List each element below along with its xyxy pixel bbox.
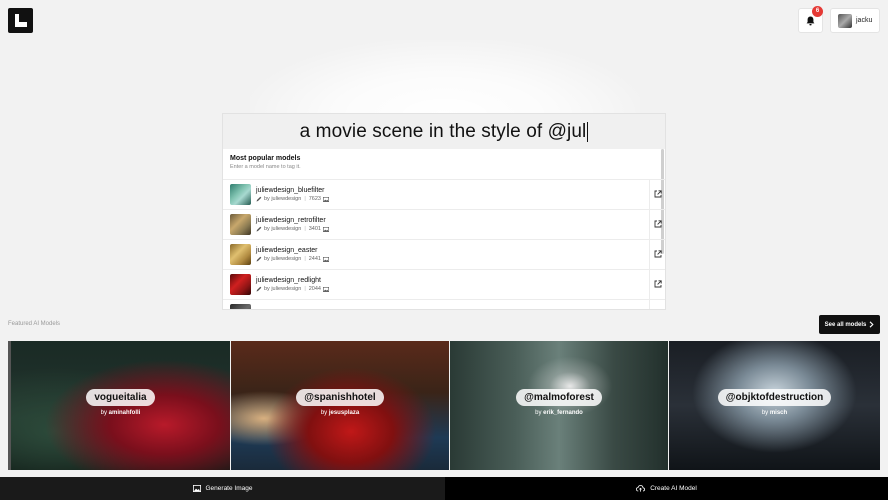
- external-link-icon[interactable]: [654, 280, 662, 288]
- featured-model-card[interactable]: @malmoforest by erik_fernando: [450, 341, 668, 470]
- model-tag: vogueitalia: [86, 389, 155, 406]
- row-divider: [649, 240, 650, 270]
- model-thumbnail: [230, 244, 251, 265]
- model-name: juliewdesign_retrofilter: [256, 217, 326, 224]
- model-tag: @spanishhotel: [296, 389, 384, 406]
- model-name: juliewdesign_redlight: [256, 277, 321, 284]
- dropdown-subtitle: Enter a model name to tag it.: [230, 164, 301, 170]
- model-image-count: 2441: [308, 256, 321, 262]
- model-thumbnail: [230, 304, 251, 309]
- row-divider: [649, 210, 650, 240]
- model-thumbnail: [230, 274, 251, 295]
- chevron-right-icon: [869, 321, 874, 328]
- dropdown-title: Most popular models: [230, 155, 301, 162]
- notification-badge: 6: [812, 6, 823, 17]
- image-icon: [323, 256, 329, 262]
- featured-model-card[interactable]: vogueitalia by aminahfolli: [11, 341, 230, 470]
- list-item[interactable]: juliewdesign_redlight by juliewdesign | …: [223, 269, 665, 300]
- pencil-icon: [256, 256, 262, 262]
- list-item[interactable]: juliewdesign_easter by juliewdesign | 24…: [223, 239, 665, 270]
- featured-models-label: Featured AI Models: [8, 321, 61, 327]
- model-author: by juliewdesign: [264, 256, 302, 262]
- image-icon: [323, 196, 329, 202]
- model-suggestions-dropdown: Most popular models Enter a model name t…: [222, 149, 666, 310]
- create-ai-model-label: Create AI Model: [650, 485, 697, 492]
- user-name: jacku: [856, 17, 873, 24]
- model-byline: by misch: [761, 410, 788, 416]
- model-author: jesusplaza: [328, 410, 360, 416]
- model-thumbnail: [230, 184, 251, 205]
- model-thumbnail: [230, 214, 251, 235]
- model-byline: by aminahfolli: [100, 410, 141, 416]
- image-icon: [192, 485, 201, 492]
- list-item[interactable]: juliewdesign: [223, 299, 665, 309]
- model-author: by juliewdesign: [264, 286, 302, 292]
- model-name: juliewdesign_bluefilter: [256, 187, 325, 194]
- external-link-icon[interactable]: [654, 220, 662, 228]
- row-divider: [649, 300, 650, 309]
- logo[interactable]: [8, 8, 33, 33]
- external-link-icon[interactable]: [654, 190, 662, 198]
- list-item[interactable]: juliewdesign_retrofilter by juliewdesign…: [223, 209, 665, 240]
- model-byline: by jesusplaza: [320, 410, 360, 416]
- model-author: misch: [769, 410, 788, 416]
- upload-cloud-icon: [636, 485, 646, 492]
- text-caret: [587, 121, 589, 142]
- row-divider: [649, 180, 650, 210]
- model-image-count: 7623: [308, 196, 321, 202]
- generate-image-button[interactable]: Generate Image: [0, 477, 445, 500]
- prompt-input[interactable]: a movie scene in the style of @jul: [222, 113, 666, 149]
- model-author: erik_fernando: [543, 410, 583, 416]
- model-tag: @objktofdestruction: [717, 389, 832, 406]
- list-item[interactable]: juliewdesign_bluefilter by juliewdesign …: [223, 179, 665, 210]
- image-icon: [323, 286, 329, 292]
- see-all-models-button[interactable]: See all models: [819, 315, 880, 334]
- featured-model-card[interactable]: @objktofdestruction by misch: [669, 341, 880, 470]
- model-author: by juliewdesign: [264, 226, 302, 232]
- pencil-icon: [256, 196, 262, 202]
- bottom-action-bar: Generate Image Create AI Model: [0, 477, 888, 500]
- generate-image-label: Generate Image: [205, 485, 253, 492]
- prompt-text: a movie scene in the style of @jul: [299, 120, 587, 142]
- model-tag: @malmoforest: [516, 389, 602, 406]
- model-image-count: 2044: [308, 286, 321, 292]
- model-name: juliewdesign_easter: [256, 247, 318, 254]
- see-all-label: See all models: [824, 321, 867, 328]
- image-icon: [323, 226, 329, 232]
- featured-model-card[interactable]: @spanishhotel by jesusplaza: [231, 341, 449, 470]
- user-menu-button[interactable]: jacku: [830, 8, 880, 33]
- pencil-icon: [256, 286, 262, 292]
- dropdown-header: Most popular models Enter a model name t…: [223, 149, 665, 179]
- external-link-icon[interactable]: [654, 250, 662, 258]
- model-byline: by erik_fernando: [535, 410, 583, 416]
- avatar: [838, 13, 852, 28]
- model-image-count: 3401: [308, 226, 321, 232]
- model-author: by juliewdesign: [264, 196, 302, 202]
- model-author: aminahfolli: [108, 410, 141, 416]
- create-ai-model-button[interactable]: Create AI Model: [445, 477, 888, 500]
- row-divider: [649, 270, 650, 300]
- bell-icon: [806, 16, 815, 25]
- logo-cutout: [19, 14, 27, 22]
- pencil-icon: [256, 226, 262, 232]
